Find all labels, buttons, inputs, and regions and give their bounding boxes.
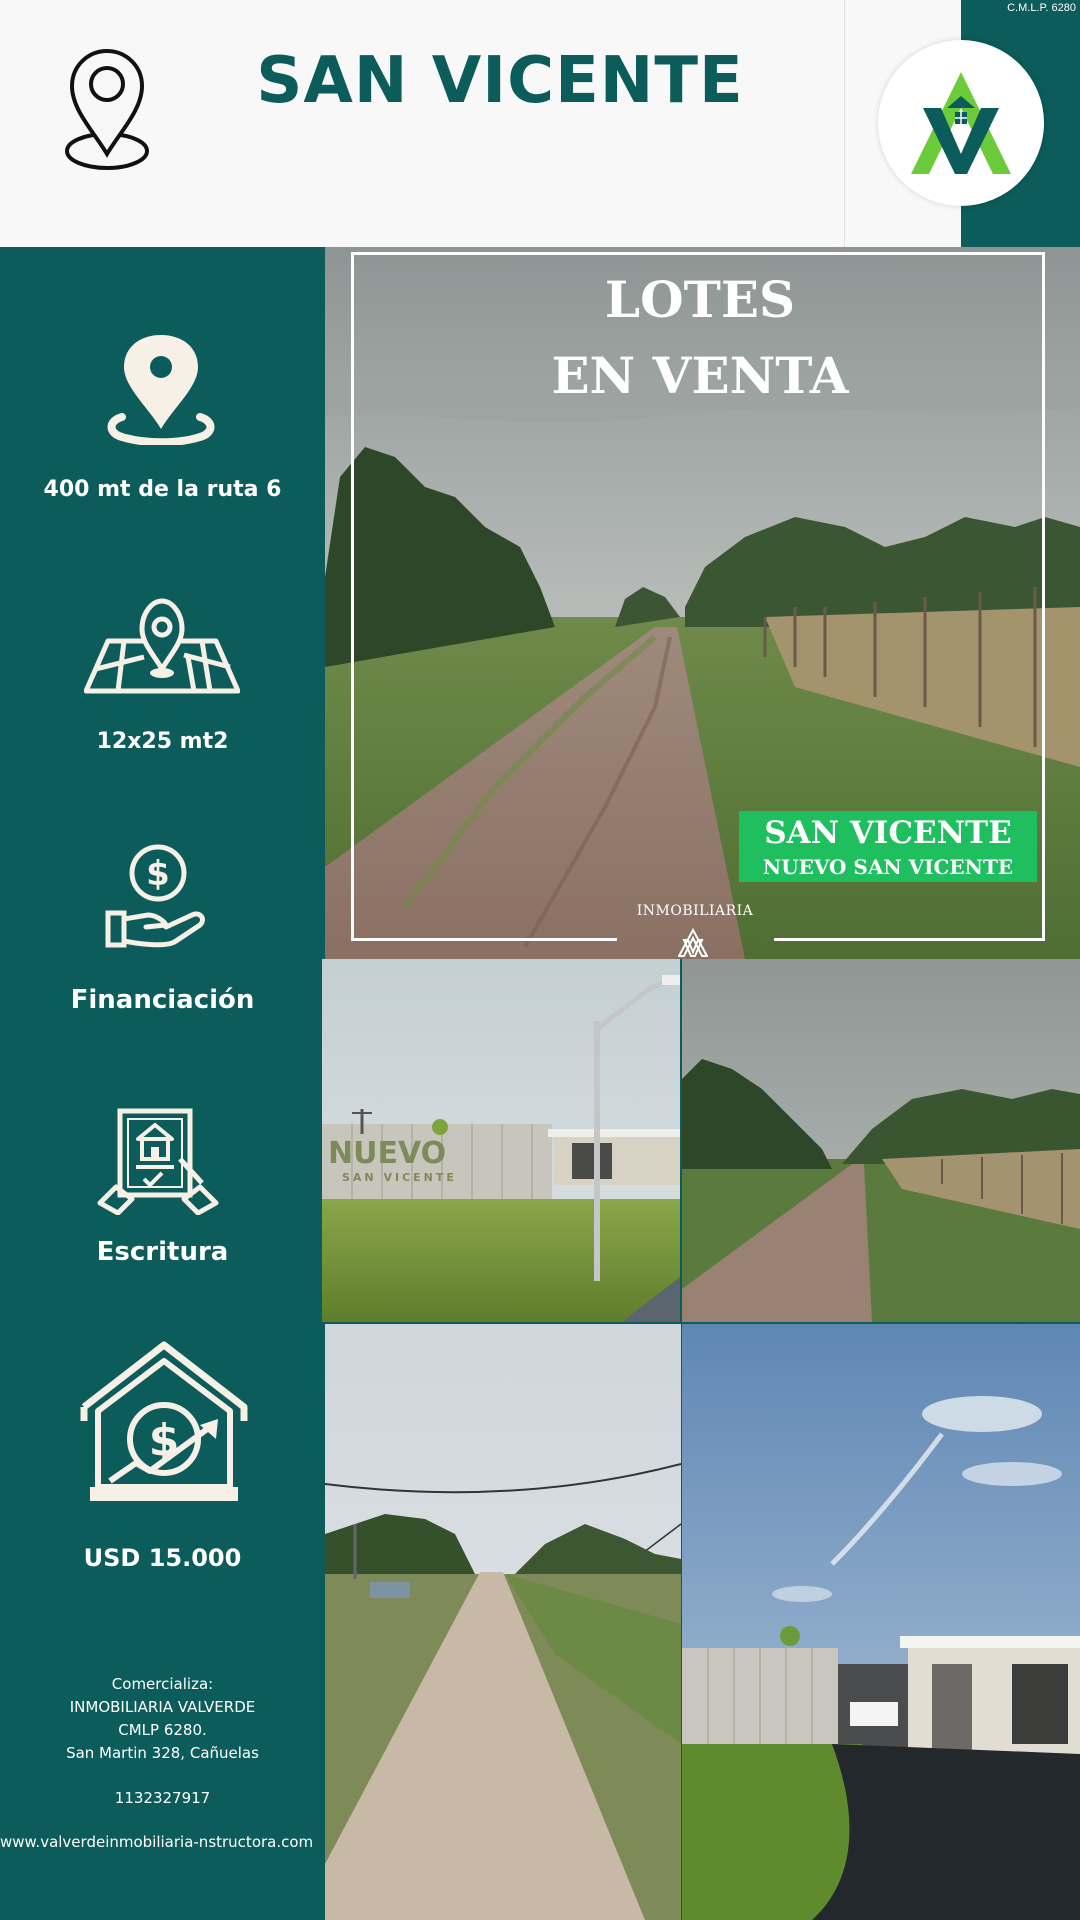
deed-signing-icon — [97, 1108, 219, 1215]
entrance-sign-text: NUEVO — [328, 1136, 446, 1171]
header: SAN VICENTE C.M.L.P. 6280 — [0, 0, 1080, 247]
svg-text:$: $ — [146, 854, 170, 894]
hero-footer-label: INMOBILIARIA — [636, 903, 754, 919]
logo-mark-icon — [911, 72, 1011, 174]
contact-license: CMLP 6280. — [118, 1721, 207, 1739]
gated-entrance-photo — [682, 1324, 1080, 1920]
hero-location-badge: SAN VICENTE NUEVO SAN VICENTE — [739, 811, 1037, 882]
hero-badge-title: SAN VICENTE — [764, 815, 1012, 851]
contact-address: San Martin 328, Cañuelas — [66, 1744, 259, 1762]
hero-frame-bottom-right — [774, 938, 1045, 941]
features-sidebar: 400 mt de la ruta 6 12x25 mt2 $ Financia… — [0, 247, 325, 1920]
contact-agency: INMOBILIARIA VALVERDE — [69, 1698, 256, 1716]
contact-phone[interactable]: 1132327917 — [0, 1787, 325, 1810]
hero-title-line2: EN VENTA — [551, 346, 849, 405]
valverde-logo — [878, 40, 1044, 206]
dirt-road-photo — [325, 1324, 681, 1920]
location-pin-icon — [107, 335, 215, 445]
road-photo — [682, 959, 1080, 1322]
hero-frame-bottom-left — [351, 938, 617, 941]
small-logo-icon — [678, 928, 708, 957]
entrance-sign-subtext: SAN VICENTE — [342, 1171, 457, 1184]
hand-dollar-icon: $ — [105, 844, 205, 948]
entrance-photo: NUEVO SAN VICENTE — [322, 959, 680, 1322]
page-title: SAN VICENTE — [256, 44, 744, 118]
map-pin-icon — [84, 598, 240, 694]
feature-label-location: 400 mt de la ruta 6 — [43, 477, 282, 502]
house-dollar-icon: $ — [80, 1341, 248, 1501]
feature-label-deed: Escritura — [96, 1237, 229, 1267]
hero-title-line1: LOTES — [604, 270, 796, 329]
hero-title: LOTES EN VENTA — [420, 262, 980, 414]
website-link[interactable]: www.valverdeinmobiliaria-nstructora.com — [0, 1833, 325, 1851]
feature-label-price: USD 15.000 — [83, 1544, 242, 1572]
feature-label-financing: Financiación — [70, 985, 255, 1015]
contact-block: Comercializa: INMOBILIARIA VALVERDE CMLP… — [0, 1673, 325, 1810]
hero-badge-subtitle: NUEVO SAN VICENTE — [762, 855, 1014, 879]
location-pin-outline-icon — [65, 48, 149, 170]
header-divider — [844, 0, 845, 247]
feature-label-lot-size: 12x25 mt2 — [96, 729, 229, 754]
cmlp-label: C.M.L.P. 6280 — [1007, 2, 1076, 14]
contact-heading: Comercializa: — [111, 1675, 214, 1693]
